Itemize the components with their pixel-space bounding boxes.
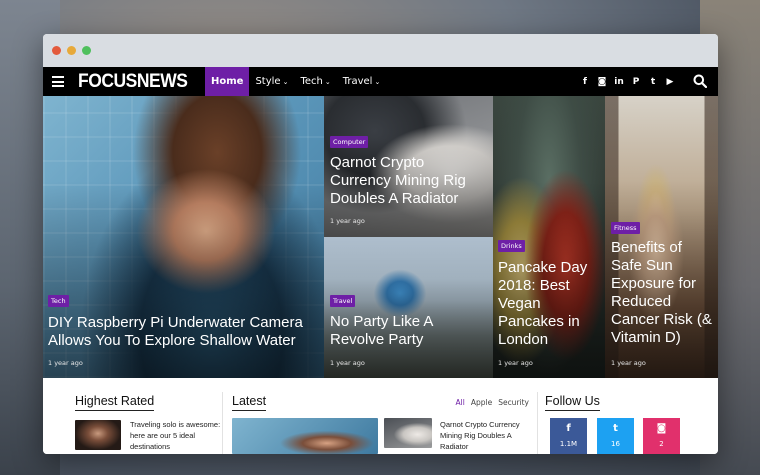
main-menu: Home Style ⌄ Tech ⌄ Travel ⌄ <box>205 67 386 96</box>
article-date: 1 year ago <box>611 359 646 367</box>
follower-count: 1.1M <box>559 440 578 448</box>
category-badge[interactable]: Travel <box>330 295 356 307</box>
follower-count: 2 <box>659 440 664 448</box>
follow-us-title: Follow Us <box>545 394 600 411</box>
minimize-window-button[interactable] <box>67 46 76 55</box>
column-divider <box>537 392 538 454</box>
article-thumbnail[interactable] <box>75 420 121 450</box>
hero-article-tile[interactable]: Fitness Benefits of Safe Sun Exposure fo… <box>605 96 718 378</box>
close-window-button[interactable] <box>52 46 61 55</box>
article-title[interactable]: Pancake Day 2018: Best Vegan Pancakes in… <box>498 259 602 349</box>
menu-item-label: Tech <box>300 76 323 87</box>
filter-tab-all[interactable]: All <box>456 398 465 407</box>
facebook-icon: f <box>566 423 571 434</box>
article-title[interactable]: Qarnot Crypto Currency Mining Rig Double… <box>330 154 480 208</box>
category-badge[interactable]: Tech <box>48 295 69 307</box>
follower-count: 16 <box>611 440 620 448</box>
article-thumbnail[interactable] <box>384 418 432 448</box>
menu-item-label: Home <box>211 76 244 87</box>
twitter-follow-box[interactable]: t 16 <box>597 418 634 454</box>
hero-grid: Tech DIY Raspberry Pi Underwater Camera … <box>43 96 718 378</box>
column-divider <box>222 392 223 454</box>
twitter-icon[interactable]: t <box>648 77 658 87</box>
site-navbar: FOCUSNEWS Home Style ⌄ Tech ⌄ Travel ⌄ f ◙ … <box>43 67 718 96</box>
article-title[interactable]: Qarnot Crypto Currency Mining Rig Double… <box>440 419 536 452</box>
maximize-window-button[interactable] <box>82 46 91 55</box>
hero-article-tile[interactable]: Travel No Party Like A Revolve Party 1 y… <box>324 237 493 378</box>
latest-title: Latest <box>232 394 267 411</box>
menu-item-style[interactable]: Style ⌄ <box>249 67 294 96</box>
menu-item-travel[interactable]: Travel ⌄ <box>337 67 387 96</box>
category-badge[interactable]: Drinks <box>498 240 525 252</box>
menu-item-home[interactable]: Home <box>205 67 250 96</box>
hero-article-tile[interactable]: Drinks Pancake Day 2018: Best Vegan Panc… <box>493 96 605 378</box>
chevron-down-icon: ⌄ <box>374 77 381 86</box>
instagram-follow-box[interactable]: ◙ 2 <box>643 418 680 454</box>
hamburger-menu-icon[interactable] <box>52 76 64 87</box>
window-titlebar <box>43 34 718 67</box>
filter-tab-apple[interactable]: Apple <box>471 398 492 407</box>
hero-article-tile[interactable]: Tech DIY Raspberry Pi Underwater Camera … <box>43 96 324 378</box>
article-date: 1 year ago <box>330 217 365 225</box>
social-links: f ◙ in P t ▶ <box>580 67 675 96</box>
menu-item-label: Travel <box>342 76 373 87</box>
pinterest-icon[interactable]: P <box>631 77 641 87</box>
category-badge[interactable]: Fitness <box>611 222 640 234</box>
instagram-icon[interactable]: ◙ <box>597 77 607 87</box>
menu-item-tech[interactable]: Tech ⌄ <box>294 67 336 96</box>
search-icon[interactable] <box>693 74 707 88</box>
article-date: 1 year ago <box>498 359 533 367</box>
article-title[interactable]: DIY Raspberry Pi Underwater Camera Allow… <box>48 314 318 350</box>
site-logo[interactable]: FOCUSNEWS <box>78 71 188 93</box>
browser-window: FOCUSNEWS Home Style ⌄ Tech ⌄ Travel ⌄ f ◙ … <box>43 34 718 454</box>
youtube-icon[interactable]: ▶ <box>665 77 675 87</box>
lower-section: Highest Rated Traveling solo is awesome:… <box>43 378 718 454</box>
hero-article-tile[interactable]: Computer Qarnot Crypto Currency Mining R… <box>324 96 493 237</box>
twitter-icon: t <box>613 423 618 434</box>
filter-tab-security[interactable]: Security <box>498 398 529 407</box>
article-title[interactable]: Traveling solo is awesome: here are our … <box>130 419 230 452</box>
instagram-icon: ◙ <box>656 423 667 434</box>
article-title[interactable]: No Party Like A Revolve Party <box>330 313 480 349</box>
article-thumbnail[interactable] <box>232 418 378 454</box>
chevron-down-icon: ⌄ <box>282 77 289 86</box>
category-badge[interactable]: Computer <box>330 136 369 148</box>
chevron-down-icon: ⌄ <box>324 77 331 86</box>
article-date: 1 year ago <box>48 359 83 367</box>
highest-rated-title: Highest Rated <box>75 394 155 411</box>
linkedin-icon[interactable]: in <box>614 77 624 87</box>
latest-filter-tabs: All Apple Security <box>456 398 529 407</box>
article-title[interactable]: Benefits of Safe Sun Exposure for Reduce… <box>611 239 716 347</box>
facebook-icon[interactable]: f <box>580 77 590 87</box>
menu-item-label: Style <box>255 76 281 87</box>
facebook-follow-box[interactable]: f 1.1M <box>550 418 587 454</box>
article-date: 1 year ago <box>330 359 365 367</box>
